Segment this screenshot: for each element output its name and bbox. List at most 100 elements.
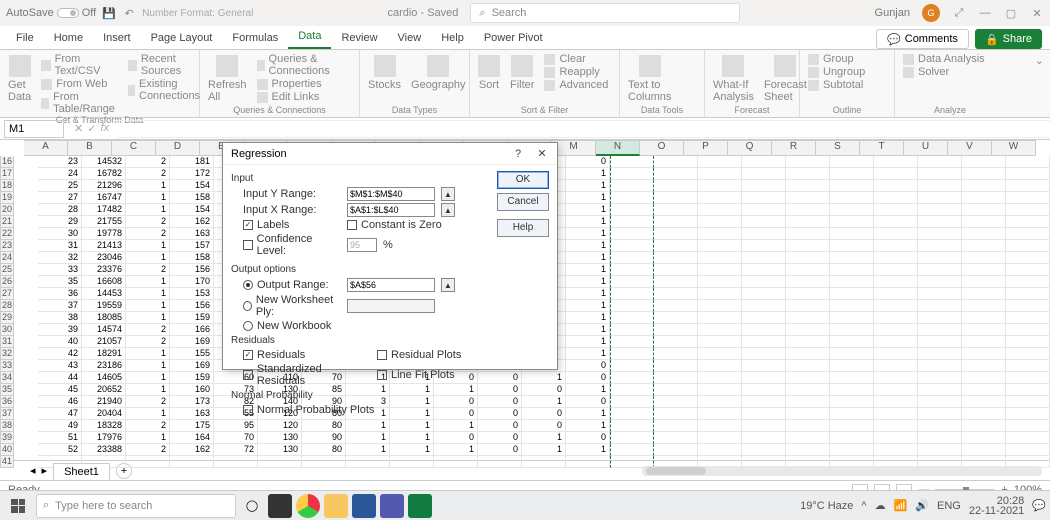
cell[interactable]: [126, 456, 170, 468]
cell[interactable]: [742, 240, 786, 252]
name-box[interactable]: M1: [4, 120, 64, 138]
cell[interactable]: 2: [126, 324, 170, 336]
close-dialog-icon[interactable]: ✕: [535, 147, 549, 160]
cell[interactable]: 154: [170, 180, 214, 192]
cell[interactable]: [786, 300, 830, 312]
cell[interactable]: [654, 300, 698, 312]
cell[interactable]: [610, 336, 654, 348]
tab-home[interactable]: Home: [44, 28, 93, 49]
tab-page-layout[interactable]: Page Layout: [141, 28, 223, 49]
get-data-button[interactable]: Get Data: [8, 53, 31, 103]
cell[interactable]: 14453: [82, 288, 126, 300]
cell[interactable]: [918, 336, 962, 348]
cell[interactable]: 2: [126, 168, 170, 180]
cell[interactable]: [698, 312, 742, 324]
cell[interactable]: 47: [38, 408, 82, 420]
cell[interactable]: 1: [566, 288, 610, 300]
clear-button[interactable]: Clear: [544, 53, 608, 65]
filter-button[interactable]: Filter: [510, 53, 534, 91]
cell[interactable]: [610, 348, 654, 360]
cell[interactable]: 2: [126, 444, 170, 456]
cell[interactable]: [742, 228, 786, 240]
cell[interactable]: [874, 192, 918, 204]
cell[interactable]: [786, 216, 830, 228]
cell[interactable]: [830, 228, 874, 240]
row-header[interactable]: 20: [0, 204, 14, 216]
xrange-input[interactable]: [347, 203, 435, 217]
cell[interactable]: 17976: [82, 432, 126, 444]
column-header[interactable]: S: [816, 140, 860, 156]
enter-fx-icon[interactable]: ✓: [87, 122, 96, 135]
cell[interactable]: [742, 348, 786, 360]
cell[interactable]: [1006, 156, 1050, 168]
cell[interactable]: [742, 180, 786, 192]
cell[interactable]: [786, 444, 830, 456]
cell[interactable]: [962, 372, 1006, 384]
cell[interactable]: [654, 276, 698, 288]
cell[interactable]: 1: [566, 204, 610, 216]
cell[interactable]: 1: [566, 408, 610, 420]
cell[interactable]: [962, 192, 1006, 204]
cell[interactable]: [742, 324, 786, 336]
column-header[interactable]: B: [68, 140, 112, 156]
cell[interactable]: [742, 360, 786, 372]
cell[interactable]: [786, 420, 830, 432]
cell[interactable]: [830, 324, 874, 336]
cell[interactable]: [830, 156, 874, 168]
cell[interactable]: [874, 252, 918, 264]
cell[interactable]: 158: [170, 192, 214, 204]
fx-icon[interactable]: fx: [100, 122, 109, 135]
cell[interactable]: [698, 300, 742, 312]
cell[interactable]: [918, 192, 962, 204]
cell[interactable]: 1: [566, 336, 610, 348]
cell[interactable]: 21755: [82, 216, 126, 228]
cell[interactable]: [786, 396, 830, 408]
column-header[interactable]: M: [552, 140, 596, 156]
cell[interactable]: [698, 432, 742, 444]
cell[interactable]: [874, 396, 918, 408]
cell[interactable]: [874, 384, 918, 396]
comments-button[interactable]: 💬 Comments: [876, 29, 969, 49]
cell[interactable]: [214, 456, 258, 468]
cell[interactable]: [610, 360, 654, 372]
cell[interactable]: 1: [126, 192, 170, 204]
cell[interactable]: 173: [170, 396, 214, 408]
cell[interactable]: [918, 216, 962, 228]
cell[interactable]: [962, 288, 1006, 300]
cell[interactable]: 72: [214, 444, 258, 456]
cell[interactable]: 70: [214, 432, 258, 444]
cell[interactable]: 0: [566, 156, 610, 168]
new-worksheet-radio[interactable]: [243, 301, 252, 311]
cell[interactable]: [786, 288, 830, 300]
cell[interactable]: [698, 444, 742, 456]
cell[interactable]: [874, 156, 918, 168]
cell[interactable]: [742, 204, 786, 216]
cell[interactable]: 1: [126, 372, 170, 384]
range-picker-icon[interactable]: ▲: [441, 203, 455, 217]
cell[interactable]: [918, 432, 962, 444]
subtotal-button[interactable]: Subtotal: [808, 79, 865, 91]
cell[interactable]: [830, 348, 874, 360]
tray-chevron-icon[interactable]: ^: [861, 500, 866, 512]
column-header[interactable]: U: [904, 140, 948, 156]
cell[interactable]: [654, 336, 698, 348]
cell[interactable]: [698, 396, 742, 408]
cell[interactable]: [962, 432, 1006, 444]
row-header[interactable]: 17: [0, 168, 14, 180]
maximize-icon[interactable]: ▢: [1004, 6, 1018, 20]
cell[interactable]: 17482: [82, 204, 126, 216]
cell[interactable]: [874, 444, 918, 456]
cell[interactable]: [610, 228, 654, 240]
cell[interactable]: [742, 420, 786, 432]
cell[interactable]: [962, 240, 1006, 252]
cell[interactable]: [742, 156, 786, 168]
cell[interactable]: [654, 204, 698, 216]
close-icon[interactable]: ✕: [1030, 6, 1044, 20]
cell[interactable]: [962, 168, 1006, 180]
cell[interactable]: [698, 264, 742, 276]
sheet-tab[interactable]: Sheet1: [53, 463, 110, 480]
cell[interactable]: [1006, 324, 1050, 336]
cell[interactable]: 45: [38, 384, 82, 396]
row-header[interactable]: 39: [0, 432, 14, 444]
cell[interactable]: 20652: [82, 384, 126, 396]
